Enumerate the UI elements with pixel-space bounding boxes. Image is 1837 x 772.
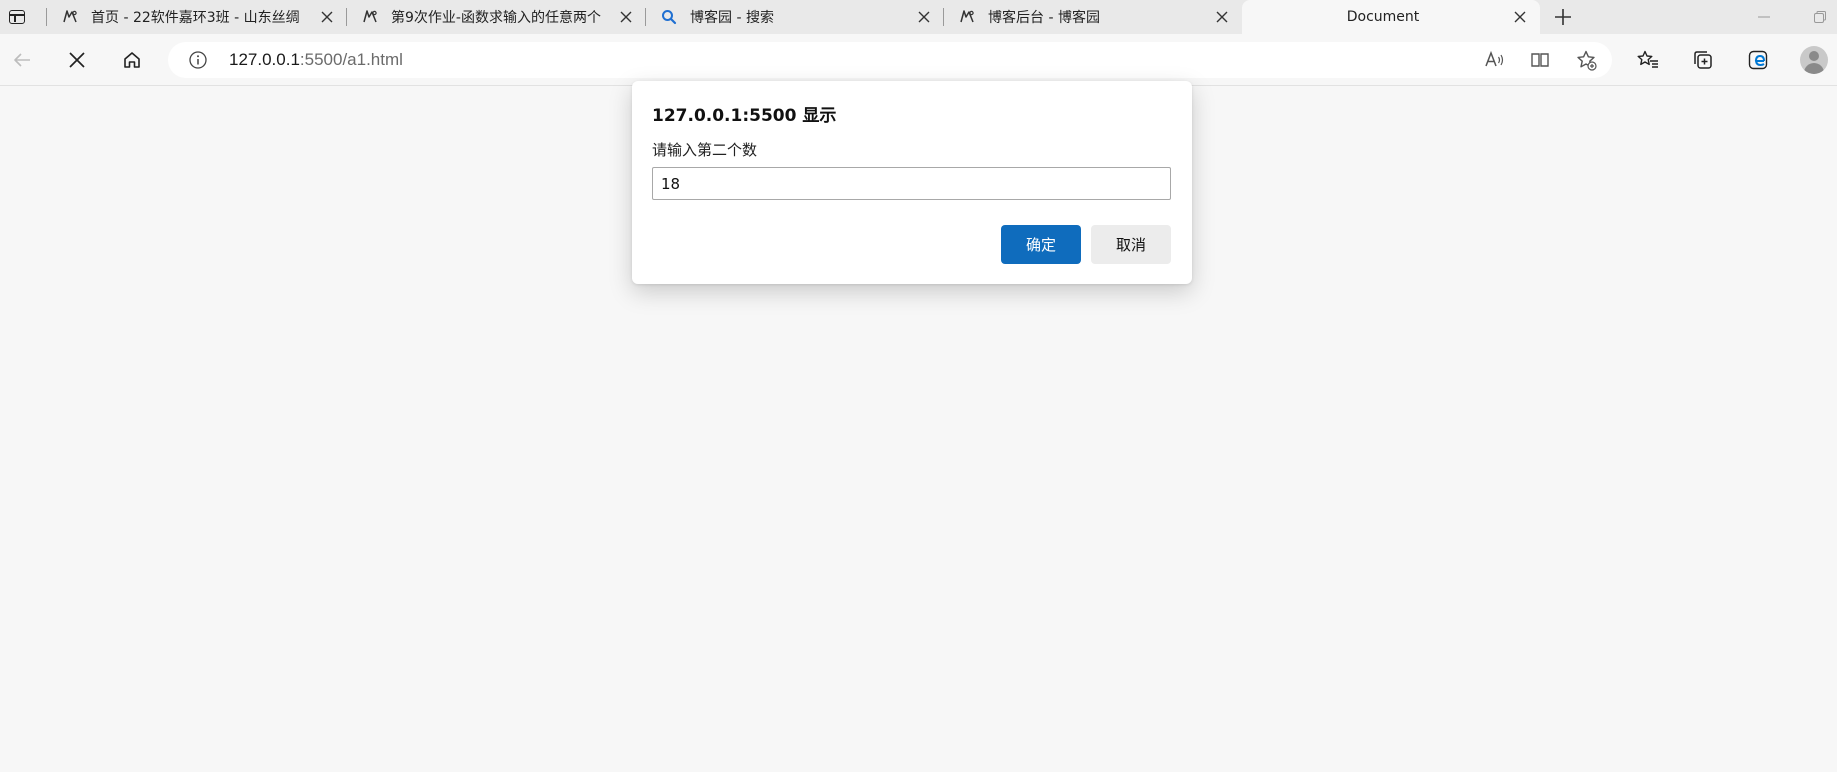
cnblogs-icon <box>361 8 379 26</box>
restore-icon <box>1814 11 1826 23</box>
tab-title: 博客后台 - 博客园 <box>988 10 1100 26</box>
url-text[interactable]: 127.0.0.1:5500/a1.html <box>229 50 403 70</box>
home-button[interactable] <box>116 44 148 76</box>
prompt-input[interactable] <box>652 167 1171 200</box>
url-host: 127.0.0.1 <box>229 50 300 69</box>
immersive-reader-icon[interactable] <box>1528 48 1552 72</box>
site-info-icon[interactable] <box>188 50 208 70</box>
cnblogs-icon <box>958 8 976 26</box>
dialog-title: 127.0.0.1:5500 显示 <box>652 106 837 126</box>
tab-actions-button[interactable] <box>6 6 28 28</box>
tab-blog-admin[interactable]: 博客后台 - 博客园 <box>944 0 1242 34</box>
search-icon <box>660 8 678 26</box>
minimize-icon <box>1758 16 1770 18</box>
restore-button[interactable] <box>1808 5 1832 29</box>
tab-strip: 首页 - 22软件嘉环3班 - 山东丝绸 第9次作业-函数求输入的任意两个 博客… <box>0 0 1837 34</box>
new-tab-button[interactable] <box>1551 5 1575 29</box>
cancel-button[interactable]: 取消 <box>1091 225 1171 264</box>
close-tab-icon[interactable] <box>616 7 636 27</box>
tab-actions-icon <box>9 10 25 24</box>
tab-home-22-software[interactable]: 首页 - 22软件嘉环3班 - 山东丝绸 <box>47 0 347 34</box>
tab-title: 首页 - 22软件嘉环3班 - 山东丝绸 <box>91 10 300 26</box>
close-tab-icon[interactable] <box>1212 7 1232 27</box>
address-bar[interactable]: 127.0.0.1:5500/a1.html <box>168 42 1612 78</box>
read-aloud-icon[interactable] <box>1482 48 1506 72</box>
profile-avatar[interactable] <box>1800 46 1828 74</box>
stop-loading-button[interactable] <box>61 44 93 76</box>
tab-cnblogs-search[interactable]: 博客园 - 搜索 <box>646 0 944 34</box>
tab-homework-9[interactable]: 第9次作业-函数求输入的任意两个 <box>347 0 646 34</box>
close-icon <box>69 52 85 68</box>
edge-button[interactable] <box>1742 44 1774 76</box>
tab-document[interactable]: Document <box>1242 0 1540 34</box>
close-tab-icon[interactable] <box>317 7 337 27</box>
tab-title: 第9次作业-函数求输入的任意两个 <box>391 10 601 26</box>
back-arrow-icon <box>14 53 30 67</box>
cnblogs-icon <box>61 8 79 26</box>
home-icon <box>124 52 140 68</box>
favorites-icon <box>1637 50 1658 68</box>
dialog-message: 请输入第二个数 <box>652 141 758 159</box>
browser-toolbar: 127.0.0.1:5500/a1.html <box>0 34 1837 86</box>
close-tab-icon[interactable] <box>1510 7 1530 27</box>
tab-title: Document <box>1346 9 1420 25</box>
add-favorite-icon[interactable] <box>1574 48 1598 72</box>
minimize-button[interactable] <box>1752 5 1776 29</box>
back-button[interactable] <box>6 44 38 76</box>
favorites-button[interactable] <box>1632 44 1664 76</box>
ok-button[interactable]: 确定 <box>1001 225 1081 264</box>
close-tab-icon[interactable] <box>914 7 934 27</box>
tab-title: 博客园 - 搜索 <box>690 10 774 26</box>
collections-button[interactable] <box>1687 44 1719 76</box>
prompt-dialog: 127.0.0.1:5500 显示 请输入第二个数 确定 取消 <box>632 81 1192 284</box>
url-path: :5500/a1.html <box>299 50 403 69</box>
edge-icon <box>1748 50 1768 70</box>
collections-icon <box>1694 51 1712 69</box>
plus-icon <box>1555 9 1571 25</box>
